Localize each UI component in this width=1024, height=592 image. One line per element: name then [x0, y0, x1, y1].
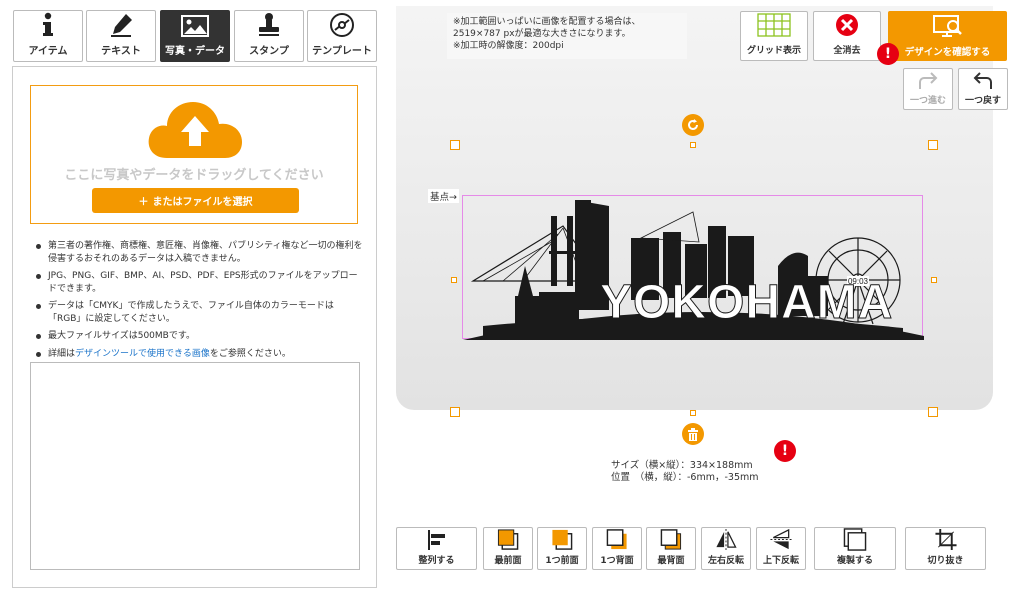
bring-forward-button[interactable]: 1つ前面 — [537, 527, 587, 570]
info-icon — [43, 12, 53, 36]
print-area-corner — [450, 407, 460, 417]
undo-label: 一つ戻す — [964, 96, 1001, 106]
alert-badge: ! — [774, 440, 796, 462]
button-label: 左右反転 — [707, 556, 744, 566]
print-area-edge — [690, 142, 696, 148]
tab-item[interactable]: アイテム — [13, 10, 83, 62]
size-text: サイズ（横×縦）：334×188mm — [611, 460, 753, 471]
duplicate-button[interactable]: 複製する — [814, 527, 896, 570]
note-suffix: をご参照ください。 — [209, 348, 291, 359]
redo-label: 一つ進む — [909, 96, 946, 106]
bring-forward-icon — [552, 529, 573, 550]
button-label: 整列する — [418, 556, 455, 566]
send-backward-icon — [606, 529, 627, 550]
notice-line: ※加工範囲いっぱいに画像を配置する場合は、 — [453, 17, 641, 27]
print-area-corner — [450, 140, 460, 150]
tab-stamp[interactable]: スタンプ — [234, 10, 304, 62]
image-icon — [181, 15, 209, 37]
clear-all-button[interactable]: 全消去 — [813, 11, 881, 61]
bring-front-icon — [497, 529, 519, 550]
print-area-corner — [928, 407, 938, 417]
close-icon — [836, 14, 858, 36]
flip-horizontal-button[interactable]: 左右反転 — [701, 527, 751, 570]
monitor-search-icon — [932, 15, 962, 37]
yokohama-skyline-image: 09:03 YOKOHAMA — [463, 200, 924, 340]
tab-label: スタンプ — [249, 46, 289, 57]
button-label: 切り抜き — [927, 556, 964, 566]
select-file-button[interactable]: ＋ またはファイルを選択 — [92, 188, 299, 213]
drop-instruction: ここに写真やデータをドラッグしてください — [64, 168, 324, 183]
send-back-icon — [660, 529, 682, 550]
note-prefix: 詳細は — [48, 348, 76, 359]
rotate-handle[interactable] — [682, 114, 704, 136]
button-label: 最前面 — [494, 556, 522, 566]
redo-icon — [919, 72, 938, 89]
notice-line: ※加工時の解像度：200dpi — [453, 41, 564, 51]
align-button[interactable]: 整列する — [396, 527, 477, 570]
uploaded-images-list[interactable] — [30, 362, 360, 570]
plus-icon: ＋ — [138, 197, 149, 208]
grid-toggle-button[interactable]: グリッド表示 — [740, 11, 808, 61]
tab-label: テキスト — [101, 46, 141, 57]
clear-label: 全消去 — [833, 46, 861, 56]
notice-line: 2519×787 pxが最適な大きさになります。 — [453, 29, 631, 39]
button-label: 最背面 — [657, 556, 685, 566]
confirm-design-button[interactable]: デザインを確認する — [888, 11, 1007, 61]
crop-icon — [934, 528, 957, 551]
select-file-label: またはファイルを選択 — [152, 197, 253, 208]
design-text: YOKOHAMA — [600, 276, 893, 329]
pen-icon — [111, 14, 132, 37]
note-item: JPG、PNG、GIF、BMP、AI、PSD、PDF、EPS形式のファイルをアッ… — [34, 270, 364, 295]
bring-to-front-button[interactable]: 最前面 — [483, 527, 533, 570]
tab-label: 写真・データ — [165, 46, 225, 57]
alert-badge: ! — [877, 43, 899, 65]
rotate-icon — [688, 119, 698, 130]
selected-design[interactable]: 09:03 YOKOHAMA — [462, 195, 924, 340]
upload-notes: 第三者の著作権、商標権、意匠権、肖像権、パブリシティ権など一切の権利を侵害するお… — [34, 240, 364, 365]
trash-icon — [688, 427, 698, 441]
usable-images-link[interactable]: デザインツールで使用できる画像 — [75, 349, 210, 359]
tab-text[interactable]: テキスト — [86, 10, 156, 62]
duplicate-icon — [843, 528, 867, 551]
button-label: 1つ前面 — [545, 556, 579, 566]
align-icon — [427, 530, 445, 550]
confirm-label: デザインを確認する — [904, 47, 991, 58]
note-item: 最大ファイルサイズは500MBです。 — [34, 330, 364, 343]
tab-photo-data[interactable]: 写真・データ — [160, 10, 230, 62]
redo-button[interactable]: 一つ進む — [903, 68, 953, 110]
grid-label: グリッド表示 — [746, 46, 801, 56]
position-text: 位置 （横，縦）：-6mm，-35mm — [611, 472, 759, 483]
stamp-icon — [259, 13, 279, 36]
template-disc-icon — [330, 13, 354, 37]
tab-label: アイテム — [28, 46, 68, 57]
flip-horizontal-icon — [716, 528, 737, 551]
print-area-corner — [928, 140, 938, 150]
print-area-edge — [690, 410, 696, 416]
flip-vertical-button[interactable]: 上下反転 — [756, 527, 806, 570]
send-backward-button[interactable]: 1つ背面 — [592, 527, 642, 570]
button-label: 1つ背面 — [600, 556, 634, 566]
size-position-info: サイズ（横×縦）：334×188mm 位置 （横，縦）：-6mm，-35mm — [611, 460, 759, 484]
cloud-upload-icon — [148, 102, 242, 158]
resize-handle[interactable] — [451, 277, 457, 283]
crop-button[interactable]: 切り抜き — [905, 527, 986, 570]
button-label: 上下反転 — [762, 556, 799, 566]
upload-dropzone[interactable]: ここに写真やデータをドラッグしてください ＋ またはファイルを選択 — [30, 85, 358, 224]
flip-vertical-icon — [770, 528, 792, 550]
tab-label: テンプレート — [312, 46, 372, 57]
send-to-back-button[interactable]: 最背面 — [646, 527, 696, 570]
tab-template[interactable]: テンプレート — [307, 10, 377, 62]
note-item-details: 詳細はデザインツールで使用できる画像をご参照ください。 — [34, 348, 364, 361]
anchor-label: 基点→ — [428, 189, 459, 203]
note-item: データは「CMYK」で作成したうえで、ファイル自体のカラーモードは「RGB」に設… — [34, 300, 364, 325]
resize-handle[interactable] — [931, 277, 937, 283]
undo-icon — [973, 72, 992, 89]
print-area-notice: ※加工範囲いっぱいに画像を配置する場合は、 2519×787 pxが最適な大きさ… — [447, 13, 687, 59]
note-item: 第三者の著作権、商標権、意匠権、肖像権、パブリシティ権など一切の権利を侵害するお… — [34, 240, 364, 265]
button-label: 複製する — [836, 556, 873, 566]
grid-icon — [757, 13, 791, 37]
delete-handle[interactable] — [682, 423, 704, 445]
undo-button[interactable]: 一つ戻す — [958, 68, 1008, 110]
